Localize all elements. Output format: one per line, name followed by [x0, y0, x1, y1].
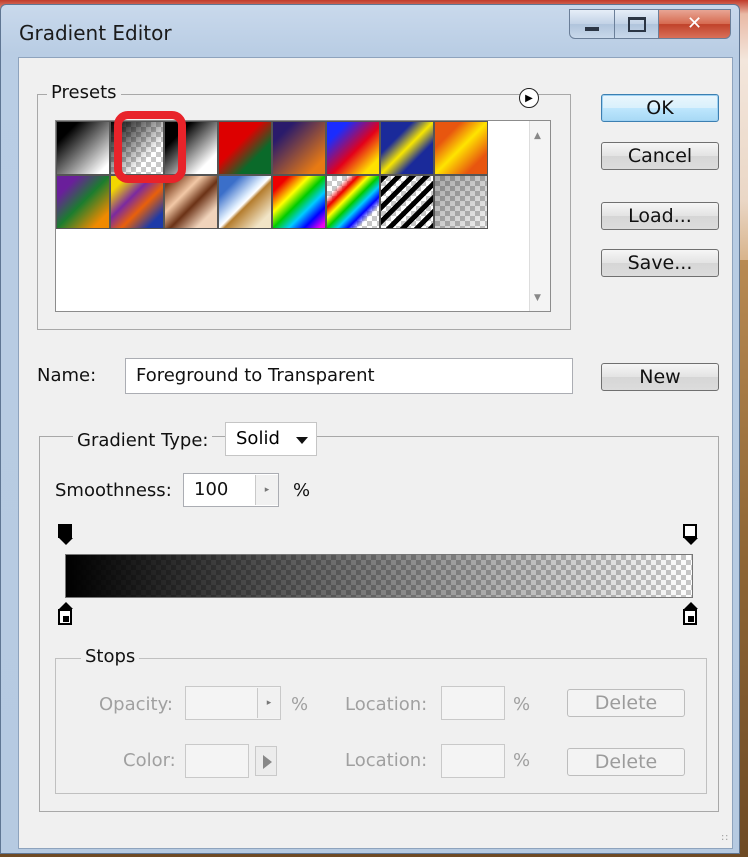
ok-button[interactable]: OK	[601, 94, 719, 122]
color-stop-right[interactable]	[683, 602, 699, 625]
color-picker-arrow-icon[interactable]	[255, 746, 277, 776]
color-stop-icon	[58, 609, 72, 625]
red-highlight-annotation	[114, 111, 186, 183]
stops-label: Stops	[81, 646, 140, 667]
opacity-stepper-icon[interactable]: ▸	[257, 688, 280, 718]
opacity-input[interactable]: ▸	[185, 686, 281, 720]
opacity-location-label: Location:	[345, 694, 428, 715]
color-location-label: Location:	[345, 750, 428, 771]
preset-swatch-spectrum[interactable]	[272, 175, 326, 229]
preset-swatch-foreground-to-background[interactable]	[56, 121, 110, 175]
scroll-up-icon[interactable]: ▲	[534, 131, 541, 141]
preset-swatch-transparent-stripes[interactable]	[380, 175, 434, 229]
opacity-label: Opacity:	[99, 694, 173, 715]
preset-swatch-yellow-violet-orange-blue[interactable]	[110, 175, 164, 229]
gradient-type-select[interactable]: Solid	[225, 422, 317, 456]
window-title: Gradient Editor	[19, 21, 172, 45]
preset-swatch-blue-red-yellow[interactable]	[326, 121, 380, 175]
preset-swatch-blue-yellow-blue[interactable]	[380, 121, 434, 175]
close-icon: ✕	[686, 13, 703, 34]
preset-swatch-orange-yellow-orange[interactable]	[434, 121, 488, 175]
opacity-stop-icon	[683, 524, 697, 538]
opacity-unit: %	[291, 694, 309, 715]
opacity-location-input[interactable]	[441, 686, 505, 720]
smoothness-unit: %	[293, 480, 311, 501]
preset-swatch-transparent-rainbow[interactable]	[326, 175, 380, 229]
color-label: Color:	[123, 750, 176, 771]
presets-menu-icon[interactable]: ▶	[519, 88, 539, 108]
gradient-type-value: Solid	[236, 428, 280, 449]
cancel-button[interactable]: Cancel	[601, 142, 719, 170]
smoothness-stepper-icon[interactable]: ▸	[255, 475, 278, 505]
smoothness-value: 100	[194, 479, 229, 500]
preset-swatch-copper[interactable]	[164, 175, 218, 229]
color-swatch[interactable]	[185, 744, 249, 778]
maximize-button[interactable]	[615, 9, 659, 39]
opacity-stop-right[interactable]	[683, 524, 699, 545]
minimize-icon	[585, 27, 599, 31]
opacity-delete-button[interactable]: Delete	[567, 689, 685, 717]
gradient-preview-bar[interactable]	[65, 554, 693, 598]
preset-swatch-violet-orange[interactable]	[272, 121, 326, 175]
smoothness-label: Smoothness:	[55, 480, 172, 501]
scroll-down-icon[interactable]: ▼	[534, 293, 541, 303]
resize-grip-icon[interactable]: ∷	[722, 833, 728, 844]
color-stop-left[interactable]	[58, 602, 74, 625]
dialog-body: Presets ▶ ▲ ▼ OK Cancel Load... Save... …	[18, 57, 733, 849]
window-controls: ✕	[569, 9, 731, 39]
new-button[interactable]: New	[601, 363, 719, 391]
opacity-stop-icon	[58, 524, 72, 538]
preset-swatch-neutral-density[interactable]	[434, 175, 488, 229]
opacity-stop-left[interactable]	[58, 524, 74, 545]
preset-swatch-violet-green-orange[interactable]	[56, 175, 110, 229]
chevron-down-icon	[296, 437, 308, 444]
color-delete-button[interactable]: Delete	[567, 748, 685, 776]
maximize-icon	[627, 16, 646, 32]
presets-list: ▲ ▼	[55, 111, 551, 312]
smoothness-input[interactable]: 100 ▸	[183, 473, 279, 507]
name-label: Name:	[37, 365, 97, 386]
gradient-editor-window: Gradient Editor ✕ Presets ▶ ▲ ▼ OK Cance…	[0, 4, 740, 854]
minimize-button[interactable]	[569, 9, 615, 39]
preset-swatch-chrome[interactable]	[218, 175, 272, 229]
gradient-type-label: Gradient Type:	[73, 430, 213, 451]
load-button[interactable]: Load...	[601, 202, 719, 230]
close-button[interactable]: ✕	[659, 9, 731, 39]
save-button[interactable]: Save...	[601, 249, 719, 277]
presets-scrollbar[interactable]: ▲ ▼	[529, 121, 550, 311]
presets-label: Presets	[47, 82, 121, 103]
preset-swatch-red-green[interactable]	[218, 121, 272, 175]
opacity-location-unit: %	[513, 694, 531, 715]
color-location-input[interactable]	[441, 744, 505, 778]
color-location-unit: %	[513, 750, 531, 771]
name-input[interactable]: Foreground to Transparent	[125, 358, 573, 394]
color-stop-icon	[683, 609, 697, 625]
